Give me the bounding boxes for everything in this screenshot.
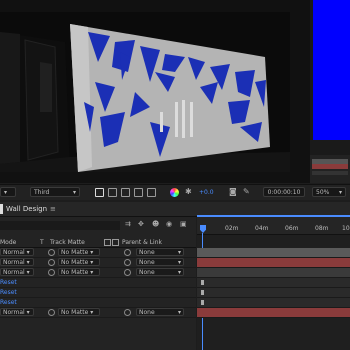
- exposure-reset-icon[interactable]: ✱: [185, 187, 192, 196]
- parent-value: None: [139, 309, 155, 316]
- property-row: Reset: [0, 278, 196, 288]
- mask-visibility-icon[interactable]: [121, 188, 130, 197]
- parent-value: None: [139, 269, 155, 276]
- viewer-toolbar: ▾ Third ▾ ✱ +0.0 ◙ ✎ 0:00:00:10 50% ▾: [0, 184, 350, 200]
- property-track: [197, 298, 350, 308]
- layer-panel: ⇉ ✥ ☻ ◉ ▣ Mode T Track Matte Parent & Li…: [0, 217, 196, 350]
- layer-row[interactable]: Normal ▾ No Matte ▾ None ▾: [0, 268, 196, 278]
- zoom-dropdown[interactable]: 50% ▾: [312, 187, 346, 197]
- track-matte-header[interactable]: Track Matte: [50, 239, 85, 246]
- parent-pickwhip-icon[interactable]: [124, 269, 131, 276]
- track-matte-dropdown[interactable]: No Matte ▾: [58, 248, 100, 256]
- t-header[interactable]: T: [40, 239, 44, 246]
- matte-value: No Matte: [61, 259, 89, 266]
- preview-swatch: [313, 0, 350, 140]
- parent-dropdown[interactable]: None ▾: [136, 268, 184, 276]
- grid-guide-icon[interactable]: [147, 188, 156, 197]
- layer-track[interactable]: [197, 258, 350, 268]
- mode-value: Normal: [3, 269, 25, 276]
- fast-preview-icon[interactable]: [95, 188, 104, 197]
- resolution-dropdown[interactable]: Third ▾: [30, 187, 80, 197]
- parent-pickwhip-icon[interactable]: [124, 309, 131, 316]
- track-matte-dropdown[interactable]: No Matte ▾: [58, 308, 100, 316]
- transparency-grid-icon[interactable]: [108, 188, 117, 197]
- graph-editor-icon[interactable]: ▣: [180, 220, 187, 228]
- matte-pickwhip-icon[interactable]: [48, 309, 55, 316]
- tab-wall-design[interactable]: Wall Design: [6, 205, 47, 213]
- scene-render: [0, 12, 290, 172]
- matte-pickwhip-icon[interactable]: [48, 259, 55, 266]
- ruler-label: 08m: [315, 225, 329, 232]
- property-row: Reset: [0, 288, 196, 298]
- region-of-interest-icon[interactable]: [134, 188, 143, 197]
- layer-track[interactable]: [197, 248, 350, 258]
- time-ruler[interactable]: 02m 04m 06m 08m 10: [197, 217, 350, 235]
- parent-value: None: [139, 249, 155, 256]
- keyframe[interactable]: [201, 300, 204, 305]
- resolution-label: Third: [34, 189, 50, 196]
- composition-viewer[interactable]: [0, 0, 310, 183]
- matte-value: No Matte: [61, 309, 89, 316]
- zoom-label: 50%: [316, 189, 330, 196]
- track-matte-dropdown[interactable]: No Matte ▾: [58, 258, 100, 266]
- property-track: [197, 288, 350, 298]
- timeline-tab-row: Wall Design ≡: [0, 202, 350, 217]
- matte-value: No Matte: [61, 249, 89, 256]
- property-row: Reset: [0, 298, 196, 308]
- parent-dropdown[interactable]: None ▾: [136, 258, 184, 266]
- matte-toggle-icon[interactable]: [104, 239, 111, 246]
- layer-track[interactable]: [197, 268, 350, 278]
- link-toggle-icon[interactable]: [112, 239, 119, 246]
- layer-row[interactable]: Normal ▾ No Matte ▾ None ▾: [0, 258, 196, 268]
- mode-value: Normal: [3, 259, 25, 266]
- matte-pickwhip-icon[interactable]: [48, 249, 55, 256]
- color-channels-icon[interactable]: [170, 188, 179, 197]
- layer-row[interactable]: Normal ▾ No Matte ▾ None ▾: [0, 248, 196, 258]
- tab-menu-icon[interactable]: ≡: [50, 205, 56, 213]
- reset-link[interactable]: Reset: [0, 299, 17, 306]
- ruler-label: 04m: [255, 225, 269, 232]
- reset-link[interactable]: Reset: [0, 279, 17, 286]
- column-headers: Mode T Track Matte Parent & Link: [0, 238, 196, 248]
- draft-3d-icon[interactable]: ✥: [138, 220, 144, 228]
- reset-link[interactable]: Reset: [0, 289, 17, 296]
- mode-dropdown[interactable]: Normal ▾: [0, 268, 34, 276]
- track-panel[interactable]: 02m 04m 06m 08m 10: [197, 217, 350, 350]
- live-update-icon[interactable]: ⇉: [125, 220, 131, 228]
- mode-dropdown[interactable]: Normal ▾: [0, 258, 34, 266]
- ruler-label: 06m: [285, 225, 299, 232]
- shy-icon[interactable]: ☻: [152, 220, 159, 228]
- keyframe[interactable]: [201, 280, 204, 285]
- tab-close-icon[interactable]: [0, 204, 3, 214]
- parent-dropdown[interactable]: None ▾: [136, 308, 184, 316]
- timecode-field[interactable]: 0:00:00:10: [263, 187, 305, 197]
- parent-link-header[interactable]: Parent & Link: [122, 239, 162, 246]
- snapshot-icon[interactable]: ◙: [229, 187, 237, 196]
- mode-header[interactable]: Mode: [0, 239, 16, 246]
- ruler-label: 02m: [225, 225, 239, 232]
- mode-value: Normal: [3, 309, 25, 316]
- mode-dropdown[interactable]: Normal ▾: [0, 308, 34, 316]
- layer-track[interactable]: [197, 308, 350, 318]
- property-track: [197, 278, 350, 288]
- motion-blur-icon[interactable]: ◉: [166, 220, 172, 228]
- parent-pickwhip-icon[interactable]: [124, 249, 131, 256]
- layer-search-input[interactable]: [0, 221, 120, 230]
- layer-row[interactable]: Normal ▾ No Matte ▾ None ▾: [0, 308, 196, 318]
- matte-pickwhip-icon[interactable]: [48, 269, 55, 276]
- keyframe[interactable]: [201, 290, 204, 295]
- mode-value: Normal: [3, 249, 25, 256]
- show-snapshot-icon[interactable]: ✎: [243, 187, 250, 196]
- mini-timeline[interactable]: [310, 155, 350, 183]
- magnification-dropdown[interactable]: ▾: [0, 187, 16, 197]
- parent-dropdown[interactable]: None ▾: [136, 248, 184, 256]
- ruler-label: 10: [342, 225, 350, 232]
- parent-value: None: [139, 259, 155, 266]
- track-matte-dropdown[interactable]: No Matte ▾: [58, 268, 100, 276]
- exposure-value[interactable]: +0.0: [199, 189, 214, 196]
- mode-dropdown[interactable]: Normal ▾: [0, 248, 34, 256]
- parent-pickwhip-icon[interactable]: [124, 259, 131, 266]
- matte-value: No Matte: [61, 269, 89, 276]
